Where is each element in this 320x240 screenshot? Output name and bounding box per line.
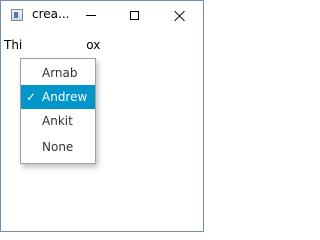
minimize-icon: [86, 15, 96, 16]
checkmark-icon: ✓: [26, 90, 37, 104]
window-content: Thi ox Arnab ✓ Andrew Ankit None: [1, 30, 203, 231]
menu-item-none[interactable]: None: [21, 135, 95, 159]
menu-item-ankit[interactable]: Ankit: [21, 109, 95, 133]
menu-item-label: Arnab: [42, 66, 78, 80]
minimize-button[interactable]: [68, 1, 114, 30]
close-icon: [174, 10, 186, 22]
maximize-button[interactable]: [111, 1, 157, 30]
menu-item-label: None: [42, 140, 74, 154]
content-label: Thi ox: [4, 38, 100, 52]
menu-item-label: Ankit: [42, 114, 73, 128]
label-visible-start: Thi: [4, 38, 23, 52]
menu-item-label: Andrew: [42, 90, 88, 104]
label-visible-end: ox: [86, 38, 101, 52]
maximize-icon: [129, 11, 139, 20]
menu-item-arnab[interactable]: Arnab: [21, 61, 95, 85]
window-title: crea...: [32, 7, 70, 21]
app-window: crea... Thi ox Arnab ✓ Andrew Ankit None: [0, 0, 204, 232]
title-bar[interactable]: crea...: [1, 1, 203, 30]
menu-item-andrew[interactable]: ✓ Andrew: [21, 85, 95, 109]
dropdown-popup: Arnab ✓ Andrew Ankit None: [20, 58, 96, 164]
close-button[interactable]: [157, 1, 203, 30]
app-window-icon: [11, 9, 23, 21]
